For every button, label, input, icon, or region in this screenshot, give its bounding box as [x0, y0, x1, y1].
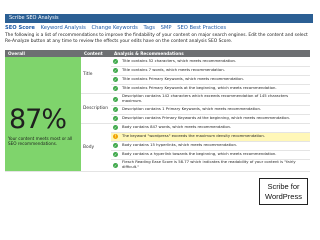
check-icon: ✓ — [113, 77, 118, 82]
overall-cell: 87% Your content meets most or all SEO re… — [5, 57, 81, 172]
status-cell: ✓ — [111, 57, 120, 67]
recommendation-text: Body contains a hyperlink towards the be… — [120, 150, 310, 160]
status-cell: ✓ — [111, 75, 120, 85]
recommendation-text: Title contains 7 words, which meets reco… — [120, 66, 310, 76]
tab-seo-score[interactable]: SEO Score — [5, 25, 35, 31]
window-titlebar: Scribe SEO Analysis — [5, 14, 313, 23]
status-cell: ! — [111, 132, 120, 142]
tab-bar: SEO Score Keyword Analysis Change Keywor… — [5, 24, 313, 32]
page-description: The following is a list of recommendatio… — [5, 33, 308, 44]
status-cell: ✓ — [111, 84, 120, 94]
section-label: Title — [81, 57, 111, 94]
analysis-body: 87% Your content meets most or all SEO re… — [5, 57, 310, 172]
recommendation-text: Title contains Primary Keywords, which m… — [120, 75, 310, 85]
check-icon: ✓ — [113, 86, 118, 91]
check-icon: ✓ — [113, 107, 118, 112]
recommendation-text: The keyword "wordpress" exceeds the maxi… — [120, 132, 310, 142]
check-icon: ✓ — [113, 162, 118, 168]
check-icon: ✓ — [113, 58, 118, 64]
recommendation-text: Title contains 52 characters, which meet… — [120, 57, 310, 67]
badge-line-1: Scribe for — [267, 182, 300, 191]
overall-score: 87% — [9, 104, 67, 135]
section-label: Body — [81, 123, 111, 172]
check-icon: ✓ — [113, 116, 118, 121]
tab-tags[interactable]: Tags — [143, 25, 154, 31]
recommendation-text: Description contains Primary Keywords at… — [120, 114, 310, 124]
table-row: 87% Your content meets most or all SEO re… — [5, 57, 310, 172]
app-title: Scribe SEO Analysis — [9, 15, 59, 21]
tab-smp[interactable]: SMP — [161, 25, 172, 31]
status-cell: ✓ — [111, 93, 120, 106]
check-icon: ✓ — [113, 96, 118, 102]
status-cell: ✓ — [111, 114, 120, 124]
status-cell: ✓ — [111, 105, 120, 115]
tab-seo-best-practices[interactable]: SEO Best Practices — [177, 25, 226, 31]
overall-note: Your content meets most or all SEO recom… — [8, 135, 73, 147]
analysis-table: Overall Content Analysis & Recommendatio… — [5, 50, 310, 172]
recommendation-text: Flesch Reading Ease Score is 58.77 which… — [120, 159, 310, 172]
status-cell: ✓ — [111, 123, 120, 133]
recommendation-text: Body contains 15 hyperlinks, which meets… — [120, 141, 310, 151]
recommendation-text: Description contains 142 characters whic… — [120, 93, 310, 106]
recommendation-text: Title contains Primary Keywords at the b… — [120, 84, 310, 94]
warning-icon: ! — [113, 134, 118, 139]
check-icon: ✓ — [113, 143, 118, 148]
status-cell: ✓ — [111, 66, 120, 76]
status-cell: ✓ — [111, 150, 120, 160]
header-content: Content — [81, 50, 111, 57]
section-label: Description — [81, 93, 111, 124]
status-cell: ✓ — [111, 159, 120, 172]
badge-line-2: WordPress — [265, 192, 302, 201]
check-icon: ✓ — [113, 152, 118, 157]
check-icon: ✓ — [113, 125, 118, 130]
scribe-badge: Scribe for WordPress — [259, 178, 308, 205]
recommendation-text: Body contains 847 words, which meets rec… — [120, 123, 310, 133]
header-analysis: Analysis & Recommendations — [111, 50, 310, 57]
check-icon: ✓ — [113, 68, 118, 73]
header-overall: Overall — [5, 50, 81, 57]
recommendation-text: Description contains 1 Primary Keywords,… — [120, 105, 310, 115]
tab-keyword-analysis[interactable]: Keyword Analysis — [41, 25, 86, 31]
status-cell: ✓ — [111, 141, 120, 151]
tab-change-keywords[interactable]: Change Keywords — [91, 25, 137, 31]
